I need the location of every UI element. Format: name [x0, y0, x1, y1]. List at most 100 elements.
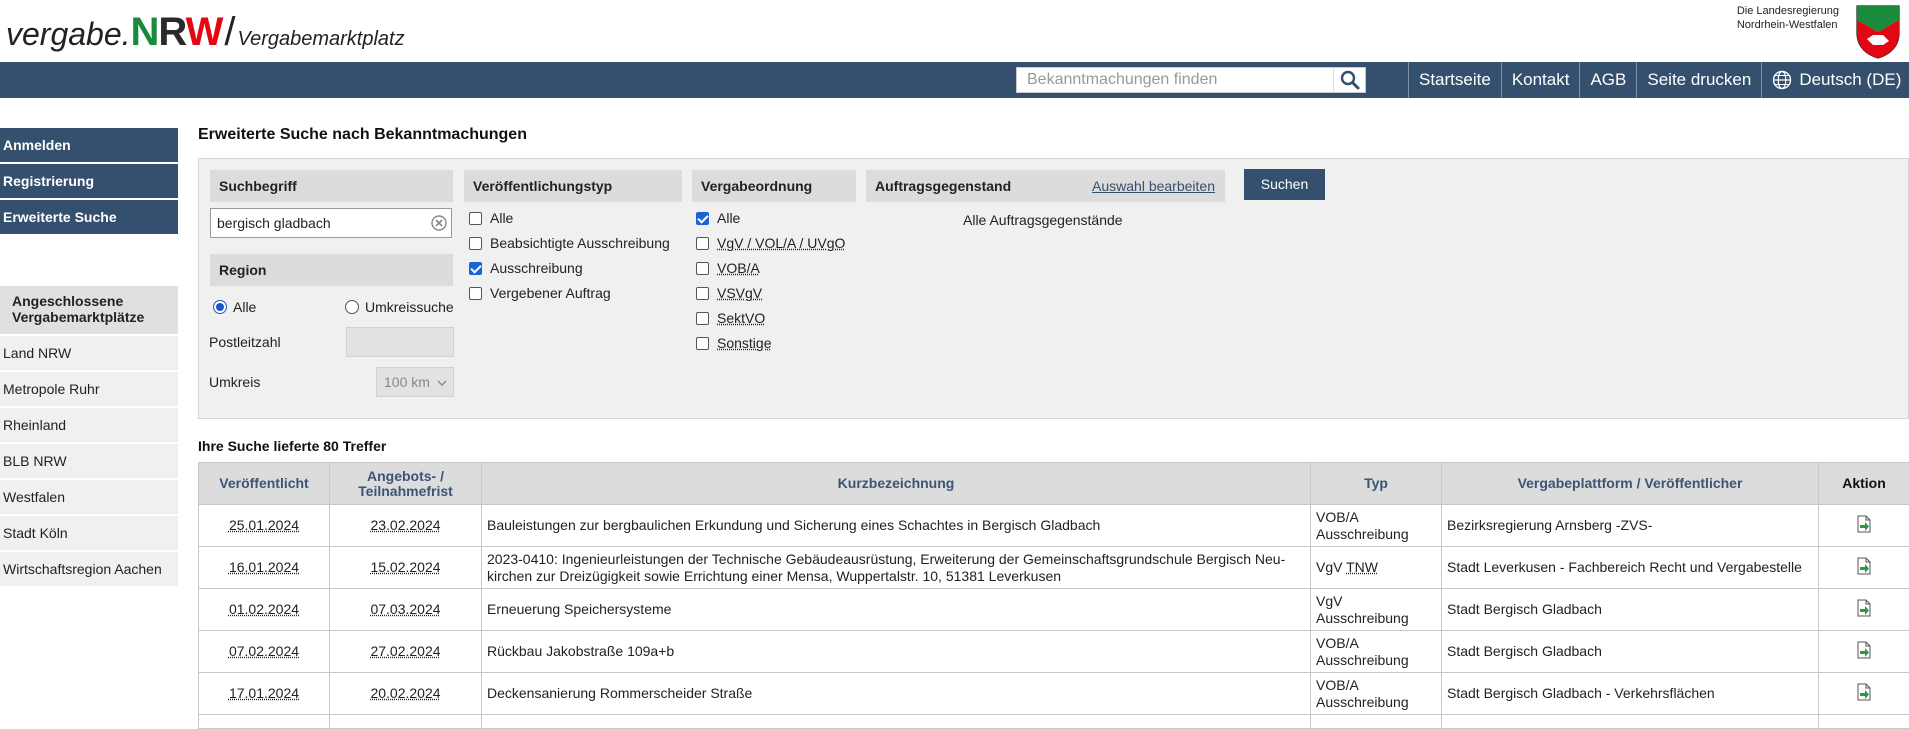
sidebar-item-wirtschaftsregion-aachen[interactable]: Wirtschaftsregion Aachen — [0, 552, 178, 586]
cell-typ: VOB/AAusschreibung — [1311, 631, 1442, 673]
checkbox-vsvgv[interactable]: VSVgV — [696, 285, 762, 301]
open-document-icon[interactable] — [1856, 683, 1872, 701]
radio-umkreissuche[interactable]: Umkreissuche — [345, 299, 454, 315]
cell-aktion — [1819, 673, 1909, 715]
sidebar-item-blb-nrw[interactable]: BLB NRW — [0, 444, 178, 478]
veroeffentlichungstyp-header: Veröffentlichungstyp — [464, 170, 682, 202]
page-title: Erweiterte Suche nach Bekanntmachungen — [198, 126, 527, 144]
nav-seite-drucken[interactable]: Seite drucken — [1636, 62, 1761, 98]
cell-kurzbezeichnung[interactable]: Rückbau Jakobstraße 109a+b — [482, 631, 1311, 673]
sidebar-item-metropole-ruhr[interactable]: Metropole Ruhr — [0, 372, 178, 406]
vergabeordnung-header: Vergabeordnung — [692, 170, 856, 202]
postleitzahl-label: Postleitzahl — [209, 334, 281, 350]
cell-frist: 15.02.2024 — [330, 547, 482, 589]
cell-kurzbezeichnung[interactable]: Deckensanierung Rommerscheider Straße — [482, 673, 1311, 715]
cell-frist: 23.02.2024 — [330, 505, 482, 547]
checkbox-voba[interactable]: VOB/A — [696, 260, 760, 276]
table-row[interactable]: 25.01.2024 23.02.2024 Bauleistungen zur … — [199, 505, 1909, 547]
checkbox-checked-icon — [696, 212, 709, 225]
nav-links: Startseite Kontakt AGB Seite drucken Deu… — [1408, 62, 1909, 98]
cell-frist: 20.02.2024 — [330, 673, 482, 715]
sidebar-item-stadt-koeln[interactable]: Stadt Köln — [0, 516, 178, 550]
checkbox-ausschreibung[interactable]: Ausschreibung — [469, 260, 583, 276]
checkbox-checked-icon — [469, 262, 482, 275]
auftragsgegenstand-header: Auftragsgegenstand Auswahl bearbeiten — [866, 170, 1225, 202]
checkbox-sonstige[interactable]: Sonstige — [696, 335, 771, 351]
open-document-icon[interactable] — [1856, 515, 1872, 533]
header-angebotsfrist[interactable]: Angebots- /Teilnahmefrist — [330, 463, 482, 505]
umkreis-label: Umkreis — [209, 374, 260, 390]
cell-plattform: Stadt Bergisch Gladbach — [1442, 589, 1819, 631]
suchbegriff-header: Suchbegriff — [210, 170, 453, 202]
nav-agb[interactable]: AGB — [1579, 62, 1636, 98]
site-logo[interactable]: vergabe.NRW/Vergabemarktplatz — [6, 10, 405, 55]
nav-startseite[interactable]: Startseite — [1408, 62, 1501, 98]
table-row[interactable]: 17.01.2024 20.02.2024 Deckensanierung Ro… — [199, 673, 1909, 715]
checkbox-vergabe-alle[interactable]: Alle — [696, 210, 740, 226]
global-search — [1016, 67, 1366, 93]
cell-typ: VOB/AAusschreibung — [1311, 673, 1442, 715]
open-document-icon[interactable] — [1856, 599, 1872, 617]
auswahl-bearbeiten-link[interactable]: Auswahl bearbeiten — [1092, 170, 1215, 202]
cell-aktion — [1819, 631, 1909, 673]
sidebar-item-westfalen[interactable]: Westfalen — [0, 480, 178, 514]
suchen-button[interactable]: Suchen — [1244, 169, 1325, 200]
header-typ[interactable]: Typ — [1311, 463, 1442, 505]
global-search-input[interactable] — [1017, 68, 1327, 92]
umkreis-value: 100 km — [384, 374, 430, 390]
clear-input-icon[interactable] — [431, 215, 447, 231]
nav-kontakt[interactable]: Kontakt — [1501, 62, 1580, 98]
radio-selected-icon — [213, 300, 227, 314]
cell-frist: 07.03.2024 — [330, 589, 482, 631]
sidebar-erweiterte-suche[interactable]: Erweiterte Suche — [0, 200, 178, 234]
sidebar-item-land-nrw[interactable]: Land NRW — [0, 336, 178, 370]
table-row[interactable]: 01.02.2024 07.03.2024 Erneuerung Speiche… — [199, 589, 1909, 631]
brand-prefix: vergabe. — [6, 16, 131, 52]
open-document-icon[interactable] — [1856, 641, 1872, 659]
nrw-coat-of-arms-icon — [1853, 3, 1903, 59]
checkbox-vergebener-auftrag[interactable]: Vergebener Auftrag — [469, 285, 611, 301]
sidebar-registrierung[interactable]: Registrierung — [0, 164, 178, 198]
postleitzahl-input[interactable] — [346, 327, 454, 357]
header-vergabeplattform[interactable]: Vergabeplattform / Veröffentlicher — [1442, 463, 1819, 505]
government-label: Die Landesregierung Nordrhein-Westfalen — [1737, 4, 1839, 32]
cell-aktion — [1819, 589, 1909, 631]
cell-kurzbezeichnung[interactable]: Bauleistungen zur bergbaulichen Erkundun… — [482, 505, 1311, 547]
checkbox-vgv-vola-uvgo[interactable]: VgV / VOL/A / UVgO — [696, 235, 845, 251]
cell-aktion — [1819, 505, 1909, 547]
cell-veroeffentlicht: 01.02.2024 — [199, 589, 330, 631]
checkbox-beabsichtigte-ausschreibung[interactable]: Beabsichtigte Ausschreibung — [469, 235, 670, 251]
table-row[interactable]: 07.02.2024 27.02.2024 Rückbau Jakobstraß… — [199, 631, 1909, 673]
cell-kurzbezeichnung[interactable]: 2023-0410: Ingenieurleistungen der Techn… — [482, 547, 1311, 589]
checkbox-sektvo[interactable]: SektVO — [696, 310, 765, 326]
suchbegriff-value: bergisch gladbach — [217, 215, 331, 231]
language-selector[interactable]: Deutsch (DE) — [1761, 62, 1909, 98]
cell-plattform: Stadt Bergisch Gladbach — [1442, 631, 1819, 673]
sidebar-section-title: Angeschlossene Vergabemarktplätze — [0, 286, 178, 334]
search-icon — [1340, 70, 1360, 90]
table-row[interactable]: 16.01.2024 15.02.2024 2023-0410: Ingenie… — [199, 547, 1909, 589]
checkbox-veroeff-alle[interactable]: Alle — [469, 210, 513, 226]
brand-subtitle: Vergabemarktplatz — [237, 28, 404, 50]
sidebar-anmelden[interactable]: Anmelden — [0, 128, 178, 162]
chevron-down-icon — [437, 368, 447, 398]
cell-veroeffentlicht: 17.01.2024 — [199, 673, 330, 715]
table-header-row: Veröffentlicht Angebots- /Teilnahmefrist… — [199, 463, 1909, 505]
umkreis-select[interactable]: 100 km — [376, 367, 454, 397]
table-row-partial — [199, 715, 1909, 729]
header-veroeffentlicht[interactable]: Veröffentlicht — [199, 463, 330, 505]
search-button[interactable] — [1333, 68, 1365, 92]
globe-icon — [1772, 70, 1792, 90]
cell-kurzbezeichnung[interactable]: Erneuerung Speichersysteme — [482, 589, 1311, 631]
cell-veroeffentlicht: 07.02.2024 — [199, 631, 330, 673]
sidebar-item-rheinland[interactable]: Rheinland — [0, 408, 178, 442]
suchbegriff-input[interactable]: bergisch gladbach — [210, 208, 452, 238]
brand-nrw: NRW — [131, 10, 223, 54]
open-document-icon[interactable] — [1856, 557, 1872, 575]
results-count: Ihre Suche lieferte 80 Treffer — [198, 438, 386, 454]
cell-frist: 27.02.2024 — [330, 631, 482, 673]
top-navigation: Startseite Kontakt AGB Seite drucken Deu… — [0, 62, 1909, 98]
language-label: Deutsch (DE) — [1799, 62, 1901, 98]
radio-region-alle[interactable]: Alle — [213, 299, 256, 315]
header-kurzbezeichnung[interactable]: Kurzbezeichnung — [482, 463, 1311, 505]
